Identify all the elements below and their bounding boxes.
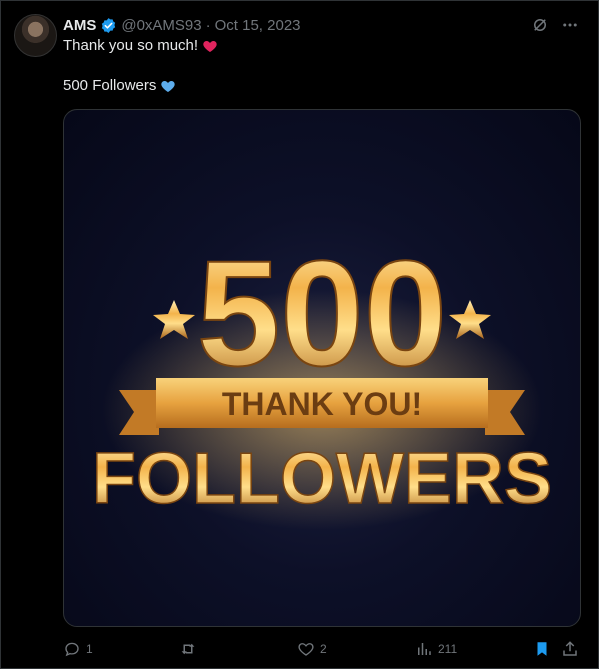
views-button[interactable]: 211 — [415, 640, 457, 658]
tweet-media-image[interactable]: 500 THANK YOU! FOLLOWERS — [63, 109, 581, 627]
grok-icon[interactable] — [531, 16, 549, 34]
reply-icon — [65, 642, 79, 657]
bookmark-button[interactable] — [533, 640, 551, 658]
author-handle[interactable]: @0xAMS93 — [121, 17, 201, 34]
separator-dot: · — [205, 16, 211, 34]
share-button[interactable] — [561, 640, 579, 658]
author-name[interactable]: AMS — [63, 17, 96, 34]
avatar[interactable] — [14, 14, 57, 57]
share-icon — [563, 641, 577, 656]
retweet-icon — [181, 643, 195, 655]
retweet-button[interactable] — [179, 640, 202, 658]
tweet-date[interactable]: Oct 15, 2023 — [215, 17, 301, 34]
views-count: 211 — [438, 642, 458, 656]
tweet-text-1: Thank you so much! — [63, 37, 199, 54]
verified-badge-icon — [102, 17, 116, 33]
bookmark-icon — [537, 642, 547, 656]
celebration-artwork: 500 THANK YOU! FOLLOWERS — [91, 228, 553, 530]
top-right-icons — [531, 16, 579, 34]
tweet-header: AMS @0xAMS93 · Oct 15, 2023 — [63, 15, 301, 35]
reply-button[interactable]: 1 — [63, 640, 93, 658]
big-number-text: 500 — [197, 229, 447, 397]
like-button[interactable]: 2 — [297, 640, 327, 658]
like-count: 2 — [320, 642, 327, 656]
more-options-icon[interactable] — [561, 16, 579, 34]
banner-text: THANK YOU! — [222, 386, 422, 422]
analytics-icon — [418, 643, 431, 655]
followers-text: FOLLOWERS — [92, 439, 552, 519]
tweet-text-line-1: Thank you so much! — [63, 37, 218, 54]
tweet-actions-bar: 1 2 211 — [63, 640, 579, 660]
like-icon — [298, 643, 314, 656]
reply-count: 1 — [86, 642, 93, 656]
blue-heart-icon — [161, 80, 176, 92]
red-heart-icon — [203, 40, 217, 52]
tweet-text-2: 500 Followers — [63, 77, 157, 94]
tweet-text-line-2: 500 Followers — [63, 77, 176, 94]
